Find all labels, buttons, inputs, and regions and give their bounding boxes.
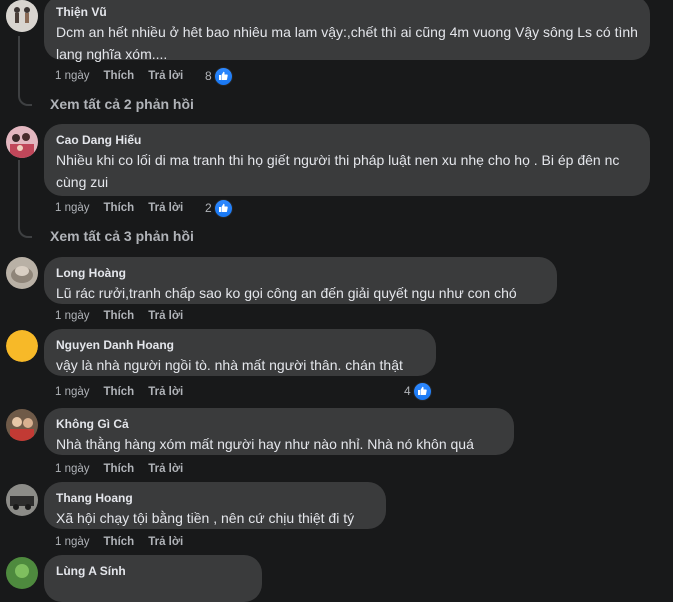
comment-time[interactable]: 1 ngày [55,308,90,324]
avatar[interactable] [6,0,38,32]
commenter-name[interactable]: Thiện Vũ [56,4,638,20]
thumbs-up-icon [412,381,432,401]
avatar[interactable] [6,330,38,362]
comment-bubble: Thang Hoang Xã hội chạy tội bằng tiền , … [44,482,386,529]
comment-text: Nhà thằng hàng xóm mất người hay như nào… [56,436,474,452]
reply-button[interactable]: Trả lời [148,534,183,550]
comment-actions: 1 ngày Thích Trả lời [55,384,197,400]
reaction-count[interactable]: 4 [404,381,432,401]
comment-time[interactable]: 1 ngày [55,68,90,84]
commenter-name[interactable]: Nguyen Danh Hoang [56,337,424,353]
comment-text: Nhiều khi co lối di ma tranh thi họ giết… [56,152,620,190]
like-button[interactable]: Thích [104,384,135,400]
reaction-count[interactable]: 8 [205,66,233,86]
comment-actions: 1 ngày Thích Trả lời [55,534,197,550]
comment-bubble: Thiện Vũ Dcm an hết nhiều ở hêt bao nhiê… [44,0,650,62]
reaction-number: 8 [205,69,212,83]
comment-time[interactable]: 1 ngày [55,461,90,477]
avatar[interactable] [6,126,38,158]
comment-actions: 1 ngày Thích Trả lời [55,461,197,477]
comment-text: Lũ rác rưởi,tranh chấp sao ko gọi công a… [56,285,517,301]
thumbs-up-icon [213,66,233,86]
comment-bubble: Nguyen Danh Hoang vậy là nhà người ngồi … [44,329,436,376]
thumbs-up-icon [213,198,233,218]
commenter-name[interactable]: Lùng A Sính [56,563,250,579]
comment-text: vậy là nhà người ngồi tò. nhà mất người … [56,357,403,373]
avatar[interactable] [6,484,38,516]
like-button[interactable]: Thích [104,308,135,324]
reply-button[interactable]: Trả lời [148,68,183,84]
avatar[interactable] [6,409,38,441]
comment-bubble: Cao Dang Hiếu Nhiều khi co lối di ma tra… [44,124,650,196]
view-replies-link[interactable]: Xem tất cả 2 phản hồi [50,94,194,114]
comment-actions: 1 ngày Thích Trả lời [55,200,197,216]
reply-button[interactable]: Trả lời [148,384,183,400]
reply-button[interactable]: Trả lời [148,308,183,324]
like-button[interactable]: Thích [104,461,135,477]
comment-bubble: Lùng A Sính [44,555,262,602]
comment-bubble: Không Gì Cả Nhà thằng hàng xóm mất người… [44,408,514,455]
comment-time[interactable]: 1 ngày [55,200,90,216]
reaction-number: 2 [205,201,212,215]
comment-bubble: Long Hoàng Lũ rác rưởi,tranh chấp sao ko… [44,257,557,304]
reaction-number: 4 [404,384,411,398]
avatar[interactable] [6,257,38,289]
commenter-name[interactable]: Cao Dang Hiếu [56,132,638,148]
commenter-name[interactable]: Long Hoàng [56,265,545,281]
comment-time[interactable]: 1 ngày [55,384,90,400]
comment-text: Dcm an hết nhiều ở hêt bao nhiêu ma lam … [56,24,638,62]
reaction-count[interactable]: 2 [205,198,233,218]
like-button[interactable]: Thích [104,200,135,216]
reply-button[interactable]: Trả lời [148,461,183,477]
commenter-name[interactable]: Thang Hoang [56,490,374,506]
like-button[interactable]: Thích [104,68,135,84]
thread-connector [18,36,32,106]
thread-connector [18,160,32,238]
avatar[interactable] [6,557,38,589]
reply-button[interactable]: Trả lời [148,200,183,216]
comment-text: Xã hội chạy tội bằng tiền , nên cứ chịu … [56,510,355,526]
comment-actions: 1 ngày Thích Trả lời [55,68,197,84]
commenter-name[interactable]: Không Gì Cả [56,416,502,432]
like-button[interactable]: Thích [104,534,135,550]
comment-actions: 1 ngày Thích Trả lời [55,308,197,324]
view-replies-link[interactable]: Xem tất cả 3 phản hồi [50,226,194,246]
comment-time[interactable]: 1 ngày [55,534,90,550]
